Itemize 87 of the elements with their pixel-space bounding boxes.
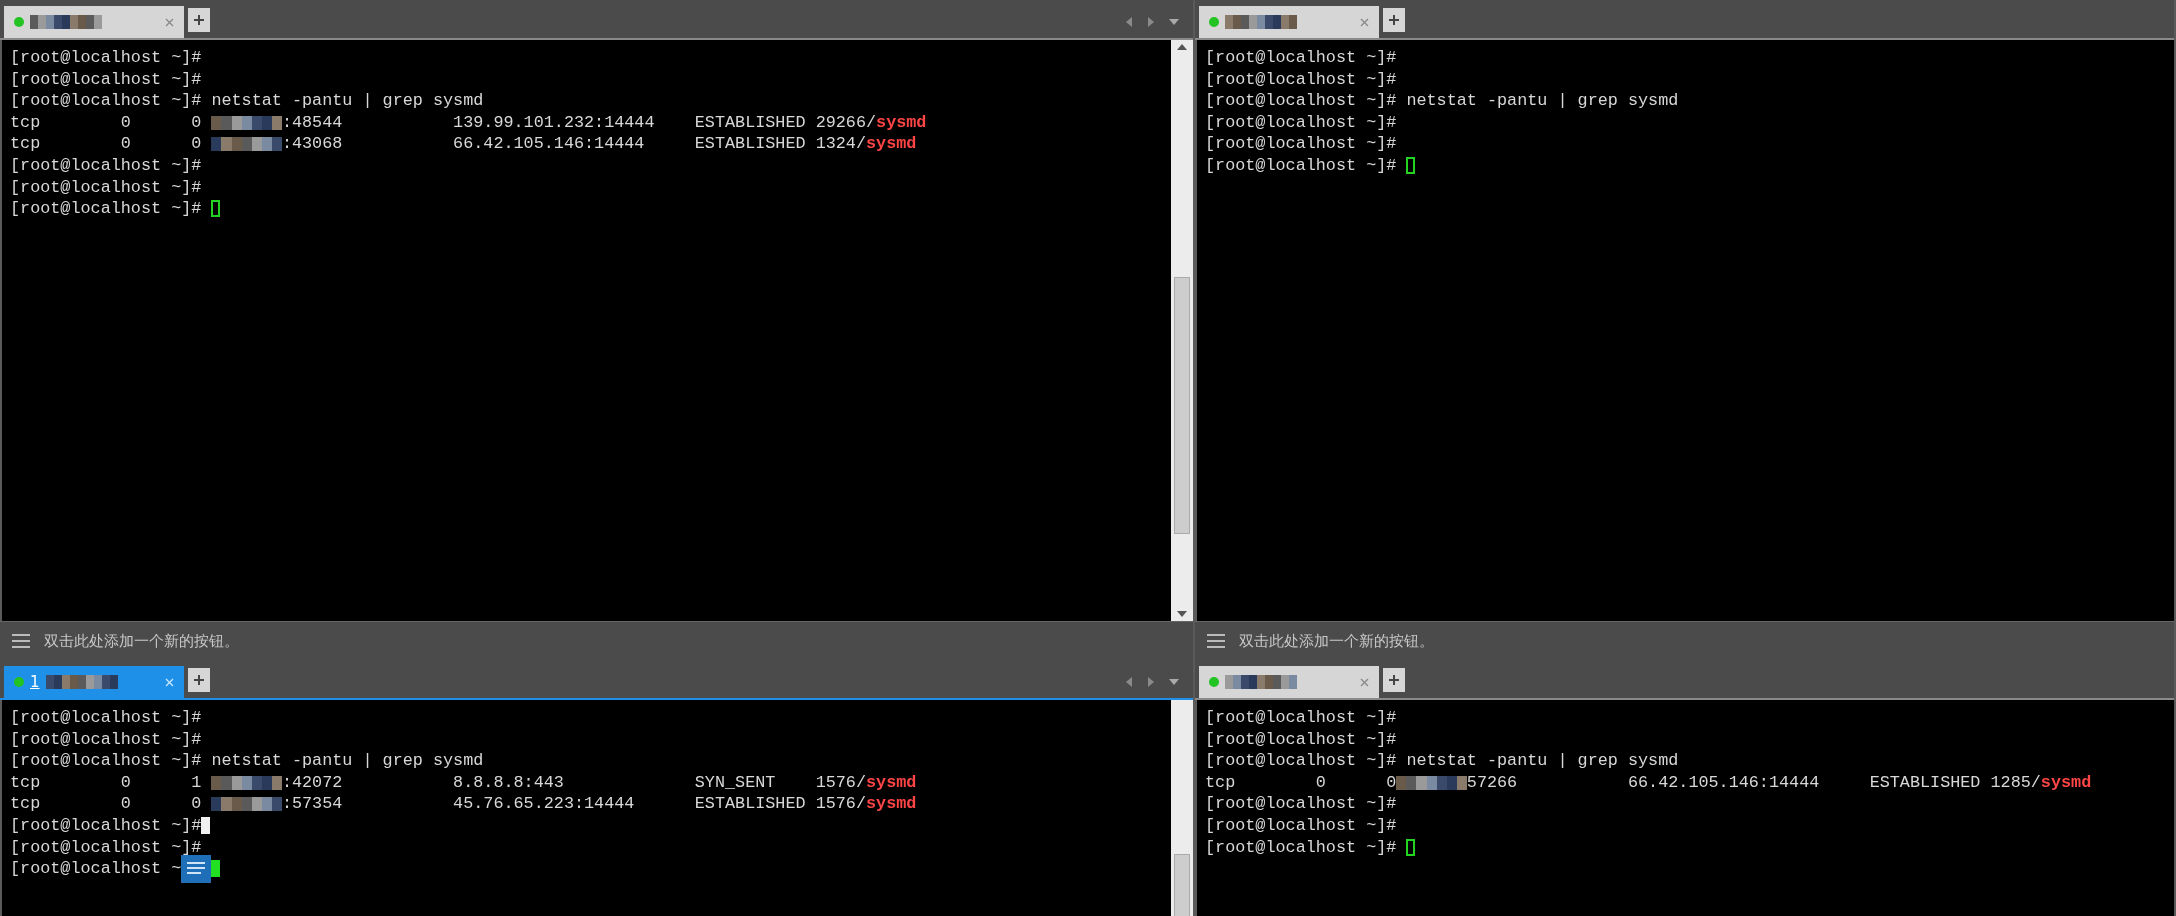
terminal-text: [root@localhost ~]#: [1205, 154, 1398, 177]
close-icon[interactable]: [1360, 677, 1369, 687]
status-dot: [1209, 677, 1219, 687]
process-name: sysmd: [866, 771, 917, 794]
document-icon: [181, 854, 212, 883]
scroll-left-icon[interactable]: [1125, 16, 1133, 28]
close-icon[interactable]: [165, 17, 174, 27]
terminal-screen[interactable]: [root@localhost ~]# [root@localhost ~]# [root@localhost ~]# netstat -pantu | grep sysmd [root@localhost ~]# [root@localhost ~]# [root@localhost ~]#: [1197, 40, 2174, 621]
process-name: sysmd: [876, 111, 927, 134]
redacted-pixels: [1225, 675, 1297, 689]
new-tab-button[interactable]: [188, 668, 210, 692]
redacted-pixels: [30, 15, 102, 29]
terminal-text: [root@localhost ~]# netstat -pantu | grep sysmd: [1205, 90, 1679, 112]
terminal-text: tcp 0 1: [10, 771, 203, 794]
redacted-pixels: [211, 115, 282, 130]
terminal-text: [root@localhost ~]#: [10, 836, 202, 859]
terminal-text: [root@localhost ~]# netstat -pantu | grep sysmd: [10, 90, 484, 112]
plus-icon: [193, 14, 205, 26]
terminal-text: [root@localhost ~]#: [10, 814, 202, 837]
text-cursor: [1406, 157, 1416, 175]
status-dot: [1209, 17, 1219, 27]
status-dot: [14, 17, 24, 27]
terminal-text: [root@localhost ~]#: [10, 47, 202, 69]
terminal-text: :57354 45.76.65.223:14444 ESTABLISHED 1576/: [281, 793, 866, 815]
terminal-text: [root@localhost ~]#: [1205, 836, 1398, 859]
scroll-right-icon[interactable]: [1147, 16, 1155, 28]
new-tab-button[interactable]: [1383, 668, 1405, 692]
process-name: sysmd: [866, 793, 917, 815]
dropdown-icon[interactable]: [1169, 19, 1179, 25]
plus-icon: [1388, 14, 1400, 26]
terminal-text: [root@localhost ~]#: [1205, 111, 1397, 134]
session-tab[interactable]: [4, 6, 184, 38]
terminal-text: [root@localhost ~]#: [10, 154, 202, 177]
scroll-down-icon[interactable]: [1177, 611, 1187, 617]
scrollbar[interactable]: [1171, 700, 1193, 916]
redacted-pixels: [211, 775, 282, 790]
session-tab[interactable]: [1199, 6, 1379, 38]
terminal-text: :43068 66.42.105.146:14444 ESTABLISHED 1324/: [281, 133, 866, 155]
terminal-text: [root@localhost ~]# netstat -pantu | grep sysmd: [1205, 750, 1679, 772]
scroll-up-icon[interactable]: [1177, 44, 1187, 50]
terminal-text: [root@localhost ~]#: [10, 176, 202, 199]
terminal-text: tcp 0 0: [10, 133, 203, 155]
new-tab-button[interactable]: [1383, 8, 1405, 32]
terminal-text: tcp 0 0: [1205, 771, 1397, 794]
terminal-text: [root@localhost ~: [10, 858, 182, 880]
terminal-text: [root@localhost ~]#: [10, 68, 202, 91]
button-bar-hint[interactable]: 双击此处添加一个新的按钮。: [1239, 631, 1434, 651]
text-cursor: [211, 200, 221, 218]
redacted-pixels: [1225, 15, 1297, 29]
redacted-pixels: [211, 137, 282, 152]
terminal-text: [root@localhost ~]#: [10, 198, 203, 220]
menu-icon[interactable]: [1207, 634, 1225, 648]
session-tab[interactable]: [1199, 666, 1379, 698]
new-tab-button[interactable]: [188, 8, 210, 32]
terminal-text: tcp 0 0: [10, 111, 203, 134]
redacted-pixels: [1396, 775, 1467, 790]
session-tab[interactable]: 1: [4, 666, 184, 698]
text-cursor: [201, 817, 211, 835]
close-icon[interactable]: [1360, 17, 1369, 27]
dropdown-icon[interactable]: [1169, 679, 1179, 685]
button-bar-hint[interactable]: 双击此处添加一个新的按钮。: [44, 631, 239, 651]
plus-icon: [193, 674, 205, 686]
terminal-text: [root@localhost ~]#: [10, 707, 202, 729]
terminal-text: [root@localhost ~]#: [1205, 68, 1397, 91]
menu-icon[interactable]: [12, 634, 30, 648]
scroll-left-icon[interactable]: [1125, 676, 1133, 688]
scroll-right-icon[interactable]: [1147, 676, 1155, 688]
terminal-text: :42072 8.8.8.8:443 SYN_SENT 1576/: [281, 771, 866, 794]
terminal-text: [root@localhost ~]#: [10, 728, 202, 751]
terminal-text: 57266 66.42.105.146:14444 ESTABLISHED 1285/: [1466, 771, 2041, 794]
process-name: sysmd: [866, 133, 917, 155]
terminal-text: [root@localhost ~]#: [1205, 728, 1397, 751]
scrollbar[interactable]: [1171, 40, 1193, 621]
terminal-text: [root@localhost ~]#: [1205, 814, 1397, 837]
text-cursor: [211, 860, 221, 878]
status-dot: [14, 677, 24, 687]
terminal-text: [root@localhost ~]#: [1205, 707, 1397, 729]
terminal-text: [root@localhost ~]#: [1205, 133, 1397, 155]
terminal-text: [root@localhost ~]#: [1205, 793, 1397, 815]
terminal-text: [root@localhost ~]#: [1205, 47, 1397, 69]
process-name: sysmd: [2040, 771, 2092, 794]
terminal-text: [root@localhost ~]# netstat -pantu | grep sysmd: [10, 750, 484, 772]
terminal-text: :48544 139.99.101.232:14444 ESTABLISHED 29266/: [281, 111, 877, 134]
text-cursor: [1406, 838, 1416, 856]
redacted-pixels: [211, 797, 282, 812]
terminal-text: tcp 0 0: [10, 793, 203, 815]
plus-icon: [1388, 674, 1400, 686]
